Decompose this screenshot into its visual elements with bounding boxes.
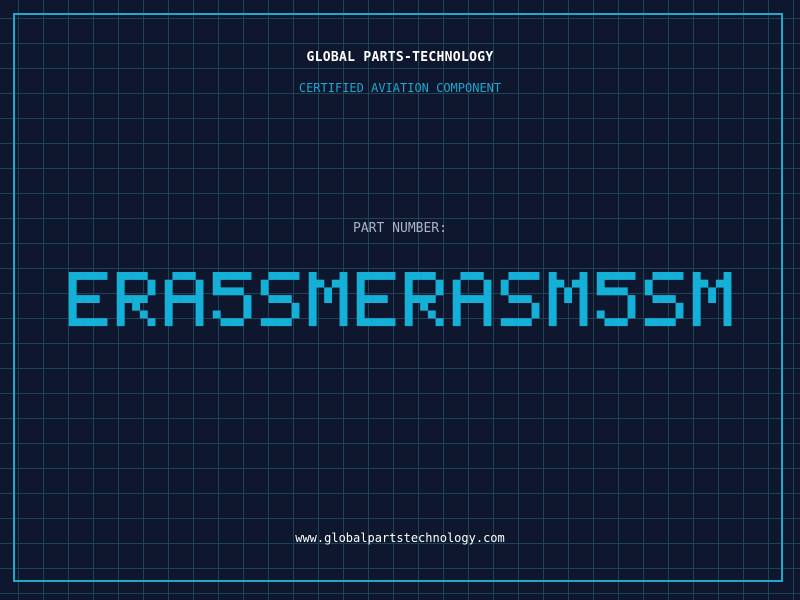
- company-name: GLOBAL PARTS-TECHNOLOGY: [306, 50, 494, 65]
- part-number-char: [548, 272, 588, 327]
- part-number-display: [68, 272, 732, 327]
- part-number-char: [68, 272, 108, 327]
- part-number-char: [404, 272, 444, 327]
- part-number-char: [596, 272, 636, 327]
- part-number-char: [356, 272, 396, 327]
- part-number-char: [500, 272, 540, 327]
- part-number-glyphs: [68, 272, 732, 327]
- website-link[interactable]: www.globalpartstechnology.com: [0, 530, 800, 547]
- part-number-char: [308, 272, 348, 327]
- part-number-char: [164, 272, 204, 327]
- part-number-char: [212, 272, 252, 327]
- part-number-label: PART NUMBER:: [353, 221, 447, 236]
- tagline: CERTIFIED AVIATION COMPONENT: [298, 81, 502, 95]
- part-number-char: [116, 272, 156, 327]
- part-number-char: [692, 272, 732, 327]
- part-number-char: [452, 272, 492, 327]
- part-number-char: [260, 272, 300, 327]
- part-number-char: [644, 272, 684, 327]
